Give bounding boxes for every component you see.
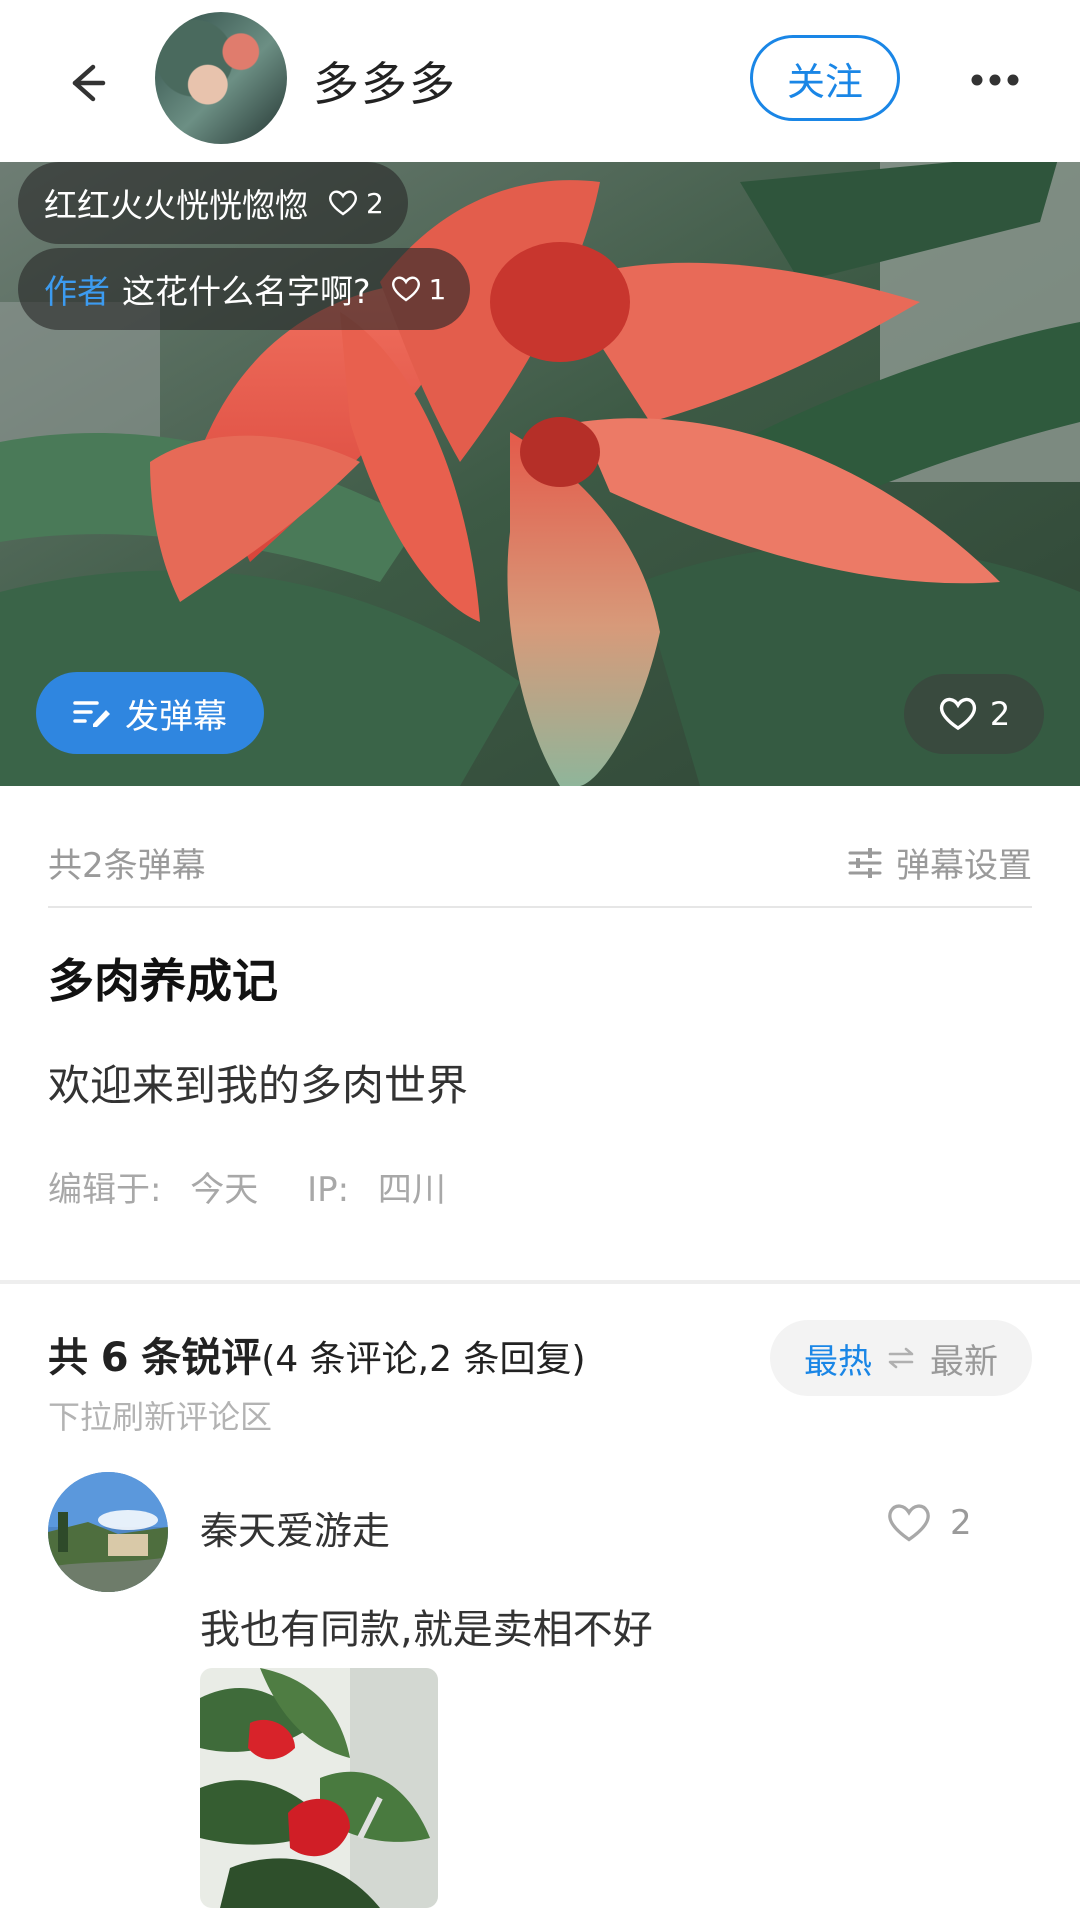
back-button[interactable]	[50, 48, 120, 118]
comment-image[interactable]	[200, 1668, 438, 1908]
comment-text: 我也有同款,就是卖相不好	[200, 1607, 653, 1653]
danmaku-like-count: 2	[366, 186, 384, 220]
photo-like-button[interactable]: 2	[904, 674, 1044, 754]
comment-like-count: 2	[950, 1503, 972, 1543]
swap-arrows-icon	[888, 1347, 914, 1369]
post-meta: 编辑于: 今天 IP: 四川	[48, 1162, 464, 1211]
danmaku-settings-label: 弹幕设置	[896, 846, 1032, 886]
commenter-avatar[interactable]	[48, 1472, 168, 1592]
author-name[interactable]: 多多多	[313, 48, 457, 114]
refresh-hint: 下拉刷新评论区	[48, 1398, 273, 1436]
post-photo[interactable]: 红红火火恍恍惚惚 2 作者 这花什么名字啊? 1 发弹幕 2	[0, 162, 1080, 786]
anthurium-photo-image	[200, 1668, 438, 1908]
section-divider	[0, 1280, 1080, 1284]
danmaku-bubble[interactable]: 红红火火恍恍惚惚 2	[18, 162, 408, 244]
danmaku-settings-button[interactable]: 弹幕设置	[848, 838, 1032, 887]
ip-label: IP:	[307, 1170, 350, 1210]
comment-like-button[interactable]: 2	[886, 1502, 972, 1544]
send-danmaku-button[interactable]: 发弹幕	[36, 672, 264, 754]
comment-summary-prefix: 共	[48, 1335, 88, 1381]
commenter-avatar-image	[48, 1472, 168, 1592]
edited-label: 编辑于:	[48, 1170, 162, 1210]
heart-icon	[888, 1504, 930, 1542]
heart-icon	[391, 276, 420, 302]
comment-summary: 共 6 条锐评(4 条评论,2 条回复)	[48, 1325, 586, 1383]
danmaku-likes[interactable]: 2	[328, 187, 384, 220]
ip-value: 四川	[377, 1170, 446, 1210]
back-arrow-icon	[72, 64, 106, 102]
danmaku-text: 这花什么名字啊?	[122, 272, 371, 311]
heart-icon	[939, 697, 976, 731]
sort-hot-option[interactable]: 最热	[804, 1334, 872, 1383]
comment-detail: (4 条评论,2 条回复)	[261, 1339, 586, 1380]
edited-value: 今天	[190, 1170, 259, 1210]
danmaku-edit-icon	[73, 701, 110, 727]
danmaku-like-count: 1	[428, 272, 447, 306]
danmaku-text: 红红火火恍恍惚惚	[44, 186, 308, 225]
post-title: 多肉养成记	[48, 954, 278, 1008]
commenter-name[interactable]: 秦天爱游走	[200, 1500, 390, 1555]
comment-sort-toggle[interactable]: 最热 最新	[770, 1320, 1032, 1396]
sliders-icon	[848, 847, 882, 878]
heart-icon	[329, 190, 357, 216]
photo-like-count: 2	[989, 695, 1011, 733]
danmaku-count: 共2条弹幕	[48, 846, 206, 886]
more-options-button[interactable]	[960, 55, 1030, 105]
danmaku-bubble[interactable]: 作者 这花什么名字啊? 1	[18, 248, 471, 330]
danmaku-likes[interactable]: 1	[391, 272, 447, 306]
follow-button[interactable]: 关注	[750, 35, 900, 121]
send-danmaku-label: 发弹幕	[125, 696, 227, 737]
danmaku-info-row: 共2条弹幕 弹幕设置	[48, 838, 1032, 908]
author-tag: 作者	[44, 272, 110, 311]
comment-summary-suffix: 条锐评	[141, 1335, 262, 1381]
author-avatar[interactable]	[155, 12, 287, 144]
comment-total: 6	[100, 1335, 129, 1381]
top-bar: 多多多 关注	[0, 0, 1080, 162]
sort-new-option[interactable]: 最新	[930, 1334, 998, 1383]
more-dots-icon	[971, 74, 1019, 86]
post-body: 欢迎来到我的多肉世界	[48, 1061, 469, 1110]
